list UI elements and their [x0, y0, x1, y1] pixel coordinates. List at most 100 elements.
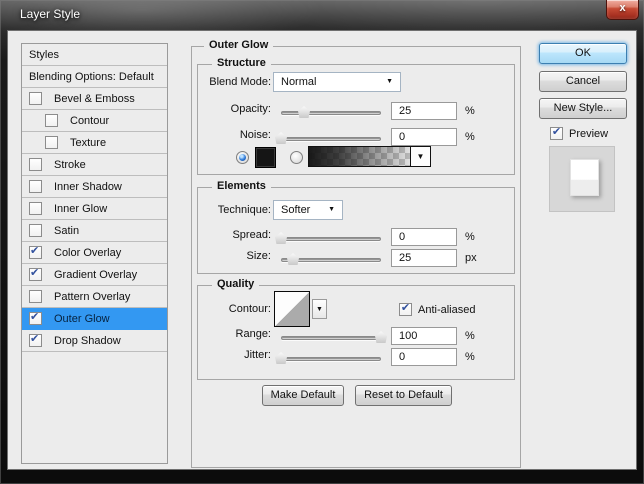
- glow-color-swatch[interactable]: [255, 147, 276, 168]
- jitter-input[interactable]: 0: [391, 348, 457, 366]
- sidebar-item-inner-glow[interactable]: Inner Glow: [22, 198, 167, 220]
- opacity-unit: %: [465, 105, 475, 117]
- panel-title: Outer Glow: [204, 39, 273, 51]
- range-slider[interactable]: [281, 336, 381, 340]
- blend-mode-value: Normal: [281, 76, 316, 88]
- inner-glow-checkbox[interactable]: [29, 202, 42, 215]
- sidebar-item-label: Texture: [70, 137, 106, 149]
- check-icon: ✔: [401, 302, 410, 314]
- sidebar-item-drop-shadow[interactable]: ✔ Drop Shadow: [22, 330, 167, 352]
- spread-slider-thumb[interactable]: [275, 232, 287, 244]
- jitter-unit: %: [465, 351, 475, 363]
- opacity-slider[interactable]: [281, 111, 381, 115]
- jitter-label: Jitter:: [198, 349, 271, 361]
- title-bar[interactable]: Layer Style x: [0, 0, 644, 30]
- sidebar-item-label: Drop Shadow: [54, 335, 121, 347]
- drop-shadow-checkbox[interactable]: ✔: [29, 334, 42, 347]
- sidebar-item-gradient-overlay[interactable]: ✔ Gradient Overlay: [22, 264, 167, 286]
- blend-mode-select[interactable]: Normal ▼: [273, 72, 401, 92]
- sidebar-item-contour[interactable]: Contour: [22, 110, 167, 132]
- check-icon: ✔: [30, 268, 39, 278]
- ok-button[interactable]: OK: [539, 43, 627, 64]
- quality-legend: Quality: [212, 278, 259, 290]
- noise-input[interactable]: 0: [391, 128, 457, 146]
- technique-select[interactable]: Softer ▼: [273, 200, 343, 220]
- make-default-button[interactable]: Make Default: [262, 385, 344, 406]
- elements-group: Elements Technique: Softer ▼ Spread: 0 %…: [197, 187, 515, 274]
- chevron-down-icon[interactable]: ▼: [312, 299, 327, 319]
- color-overlay-checkbox[interactable]: ✔: [29, 246, 42, 259]
- check-icon: ✔: [30, 334, 39, 344]
- sidebar-item-pattern-overlay[interactable]: Pattern Overlay: [22, 286, 167, 308]
- jitter-slider-thumb[interactable]: [275, 352, 287, 364]
- contour-picker[interactable]: [274, 291, 310, 327]
- sidebar-item-label: Satin: [54, 225, 79, 237]
- sidebar-item-color-overlay[interactable]: ✔ Color Overlay: [22, 242, 167, 264]
- preview-layer-swatch: [570, 159, 599, 196]
- spread-unit: %: [465, 231, 475, 243]
- spread-slider[interactable]: [281, 237, 381, 241]
- elements-legend: Elements: [212, 180, 271, 192]
- sidebar-item-bevel-emboss[interactable]: Bevel & Emboss: [22, 88, 167, 110]
- chevron-down-icon: ▼: [328, 206, 335, 213]
- sidebar-item-label: Color Overlay: [54, 247, 121, 259]
- sidebar-item-stroke[interactable]: Stroke: [22, 154, 167, 176]
- opacity-label: Opacity:: [198, 103, 271, 115]
- sidebar-item-styles[interactable]: Styles: [22, 44, 167, 66]
- outer-glow-panel: Outer Glow Structure Blend Mode: Normal …: [191, 46, 521, 468]
- sidebar-item-inner-shadow[interactable]: Inner Shadow: [22, 176, 167, 198]
- opacity-input[interactable]: 25: [391, 102, 457, 120]
- cancel-button[interactable]: Cancel: [539, 71, 627, 92]
- preview-checkbox[interactable]: ✔: [550, 127, 563, 140]
- sidebar-item-satin[interactable]: Satin: [22, 220, 167, 242]
- sidebar-item-label: Gradient Overlay: [54, 269, 137, 281]
- solid-color-radio[interactable]: [236, 151, 249, 164]
- gradient-radio[interactable]: [290, 151, 303, 164]
- gradient-overlay-checkbox[interactable]: ✔: [29, 268, 42, 281]
- texture-checkbox[interactable]: [45, 136, 58, 149]
- preview-label: Preview: [569, 128, 608, 140]
- sidebar-item-label: Blending Options: Default: [29, 71, 154, 83]
- spread-input[interactable]: 0: [391, 228, 457, 246]
- anti-aliased-label: Anti-aliased: [418, 304, 475, 316]
- opacity-slider-thumb[interactable]: [298, 106, 310, 118]
- inner-shadow-checkbox[interactable]: [29, 180, 42, 193]
- outer-glow-checkbox[interactable]: ✔: [29, 312, 42, 325]
- satin-checkbox[interactable]: [29, 224, 42, 237]
- close-icon[interactable]: x: [606, 0, 639, 20]
- technique-value: Softer: [281, 204, 310, 216]
- sidebar-item-label: Inner Shadow: [54, 181, 122, 193]
- sidebar-item-label: Styles: [29, 49, 59, 61]
- stroke-checkbox[interactable]: [29, 158, 42, 171]
- chevron-down-icon[interactable]: ▼: [410, 147, 430, 166]
- range-input[interactable]: 100: [391, 327, 457, 345]
- chevron-down-icon: ▼: [386, 78, 393, 85]
- bevel-emboss-checkbox[interactable]: [29, 92, 42, 105]
- sidebar-item-label: Outer Glow: [54, 313, 110, 325]
- layer-style-dialog: Layer Style x Styles Blending Options: De…: [0, 0, 644, 484]
- styles-sidebar: Styles Blending Options: Default Bevel & E…: [21, 43, 168, 464]
- dialog-client-area: Styles Blending Options: Default Bevel & E…: [7, 30, 637, 470]
- blend-mode-label: Blend Mode:: [198, 76, 271, 88]
- size-input[interactable]: 25: [391, 249, 457, 267]
- noise-unit: %: [465, 131, 475, 143]
- sidebar-item-label: Contour: [70, 115, 109, 127]
- style-preview-thumbnail: [549, 146, 615, 212]
- reset-to-default-button[interactable]: Reset to Default: [355, 385, 452, 406]
- size-slider-thumb[interactable]: [287, 253, 299, 265]
- new-style-button[interactable]: New Style...: [539, 98, 627, 119]
- gradient-picker[interactable]: ▼: [308, 146, 431, 167]
- noise-slider[interactable]: [281, 137, 381, 141]
- pattern-overlay-checkbox[interactable]: [29, 290, 42, 303]
- range-slider-thumb[interactable]: [375, 331, 387, 343]
- sidebar-item-blending-options-default[interactable]: Blending Options: Default: [22, 66, 167, 88]
- anti-aliased-checkbox[interactable]: ✔: [399, 303, 412, 316]
- check-icon: ✔: [552, 126, 561, 138]
- size-unit: px: [465, 252, 477, 264]
- sidebar-item-texture[interactable]: Texture: [22, 132, 167, 154]
- noise-slider-thumb[interactable]: [275, 132, 287, 144]
- sidebar-item-outer-glow[interactable]: ✔ Outer Glow: [22, 308, 167, 330]
- jitter-slider[interactable]: [281, 357, 381, 361]
- check-icon: ✔: [30, 312, 39, 322]
- contour-checkbox[interactable]: [45, 114, 58, 127]
